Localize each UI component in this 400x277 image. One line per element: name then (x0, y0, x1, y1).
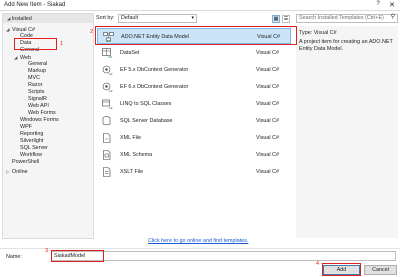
search-icon: ⚲ (390, 14, 395, 20)
ef-generator-icon: C# (102, 65, 113, 75)
help-button[interactable]: ? (372, 1, 384, 10)
tree-item-windows-forms[interactable]: Windows Forms (20, 117, 59, 124)
list-view-icon[interactable]: ☰ (282, 15, 290, 23)
xml-schema-icon (103, 150, 111, 160)
template-type: Type: Visual C# (299, 30, 337, 36)
tree-item-web-forms[interactable]: Web Forms (28, 110, 56, 117)
template-name: XML Schema (120, 152, 153, 158)
sort-label: Sort by: (96, 15, 115, 21)
template-row-sql-server-database[interactable]: SQL Server Database Visual C# (97, 113, 291, 129)
tree-item-markup[interactable]: Markup (28, 68, 46, 75)
xml-file-icon: </> (103, 133, 111, 143)
database-icon (102, 116, 111, 126)
template-name: XML File (120, 135, 142, 141)
step-marker-1: 1 (60, 41, 64, 47)
template-name: XSLT File (120, 169, 144, 175)
step-marker-2: 2 (90, 29, 94, 35)
tree-item-razor[interactable]: Razor (28, 82, 42, 89)
cancel-button[interactable]: Cancel (364, 265, 397, 275)
chevron-down-icon: ▾ (191, 15, 194, 21)
template-language: Visual C# (256, 50, 279, 56)
template-row-xml-file[interactable]: </> XML File Visual C# (97, 130, 291, 146)
tree-item-mvc[interactable]: MVC (28, 75, 40, 82)
template-row-ef5-generator[interactable]: C# EF 5.x DbContext Generator Visual C# (97, 62, 291, 78)
template-language: Visual C# (256, 84, 279, 90)
svg-text:</>: </> (105, 137, 109, 141)
template-language: Visual C# (256, 169, 279, 175)
template-list: C# ADO.NET Entity Data Model Visual C# C… (95, 26, 293, 236)
tree-item-web-api[interactable]: Web API (28, 103, 49, 110)
grid-view-icon[interactable]: ▦ (272, 15, 280, 23)
tree-item-online[interactable]: ▷ Online (6, 168, 28, 175)
tree-item-wpf[interactable]: WPF (20, 124, 32, 131)
template-language: Visual C# (256, 118, 279, 124)
template-row-ef6-generator[interactable]: C# EF 6.x DbContext Generator Visual C# (97, 79, 291, 95)
ef-generator-icon: C# (102, 82, 113, 92)
svg-text:C#: C# (109, 72, 113, 75)
xslt-file-icon (103, 167, 111, 177)
close-button[interactable]: ✕ (386, 1, 398, 10)
template-language: Visual C# (256, 67, 279, 73)
highlight-box-data (14, 38, 57, 50)
window-title: Add New Item - Siakad (4, 2, 66, 8)
svg-text:C#: C# (109, 89, 113, 92)
template-row-linq-to-sql[interactable]: C# LINQ to SQL Classes Visual C# (97, 96, 291, 112)
name-label: Name: (6, 254, 22, 260)
tree-item-web-general[interactable]: General (28, 61, 47, 68)
tree-item-silverlight[interactable]: Silverlight (20, 138, 43, 145)
online-templates-link[interactable]: Click here to go online and find templat… (148, 238, 248, 244)
highlight-box-name (51, 250, 104, 262)
tree-item-reporting[interactable]: Reporting (20, 131, 43, 138)
tree-item-visual-csharp[interactable]: ◢ Visual C# (6, 26, 35, 33)
linq-classes-icon: C# (102, 99, 113, 109)
title-bar: Add New Item - Siakad ? ✕ (0, 0, 400, 11)
template-name: EF 6.x DbContext Generator (120, 84, 189, 90)
template-language: Visual C# (256, 152, 279, 158)
template-name: LINQ to SQL Classes (120, 101, 172, 107)
svg-text:C#: C# (108, 55, 112, 58)
step-marker-3: 3 (45, 248, 49, 254)
tree-item-powershell[interactable]: PowerShell (12, 159, 39, 166)
step-marker-4: 4 (316, 261, 320, 267)
sort-dropdown[interactable]: Default ▾ (118, 14, 197, 23)
highlight-box-add (322, 263, 361, 276)
tree-item-signalr[interactable]: SignalR (28, 96, 47, 103)
template-name: DataSet (120, 50, 140, 56)
tree-item-sql-server[interactable]: SQL Server (20, 145, 48, 152)
divider (0, 248, 400, 249)
tree-item-scripts[interactable]: Scripts (28, 89, 44, 96)
svg-text:C#: C# (109, 106, 113, 109)
template-language: Visual C# (256, 135, 279, 141)
tree-item-web[interactable]: ◢ Web (14, 54, 31, 61)
details-pane: Type: Visual C# A project item for creat… (296, 26, 398, 238)
tree-item-workflow[interactable]: Workflow (20, 152, 42, 159)
dataset-icon: C# (102, 48, 112, 58)
highlight-box-template (95, 26, 297, 45)
search-input[interactable]: Search Installed Templates (Ctrl+E) ⚲ (296, 14, 398, 23)
installed-header[interactable]: ◢ Installed (3, 14, 93, 23)
template-name: EF 5.x DbContext Generator (120, 67, 189, 73)
template-row-xslt-file[interactable]: XSLT File Visual C# (97, 164, 291, 180)
template-language: Visual C# (256, 101, 279, 107)
template-row-dataset[interactable]: C# DataSet Visual C# (97, 45, 291, 61)
template-name: SQL Server Database (120, 118, 173, 124)
template-description: A project item for creating an ADO.NET E… (299, 39, 393, 52)
template-row-xml-schema[interactable]: XML Schema Visual C# (97, 147, 291, 163)
